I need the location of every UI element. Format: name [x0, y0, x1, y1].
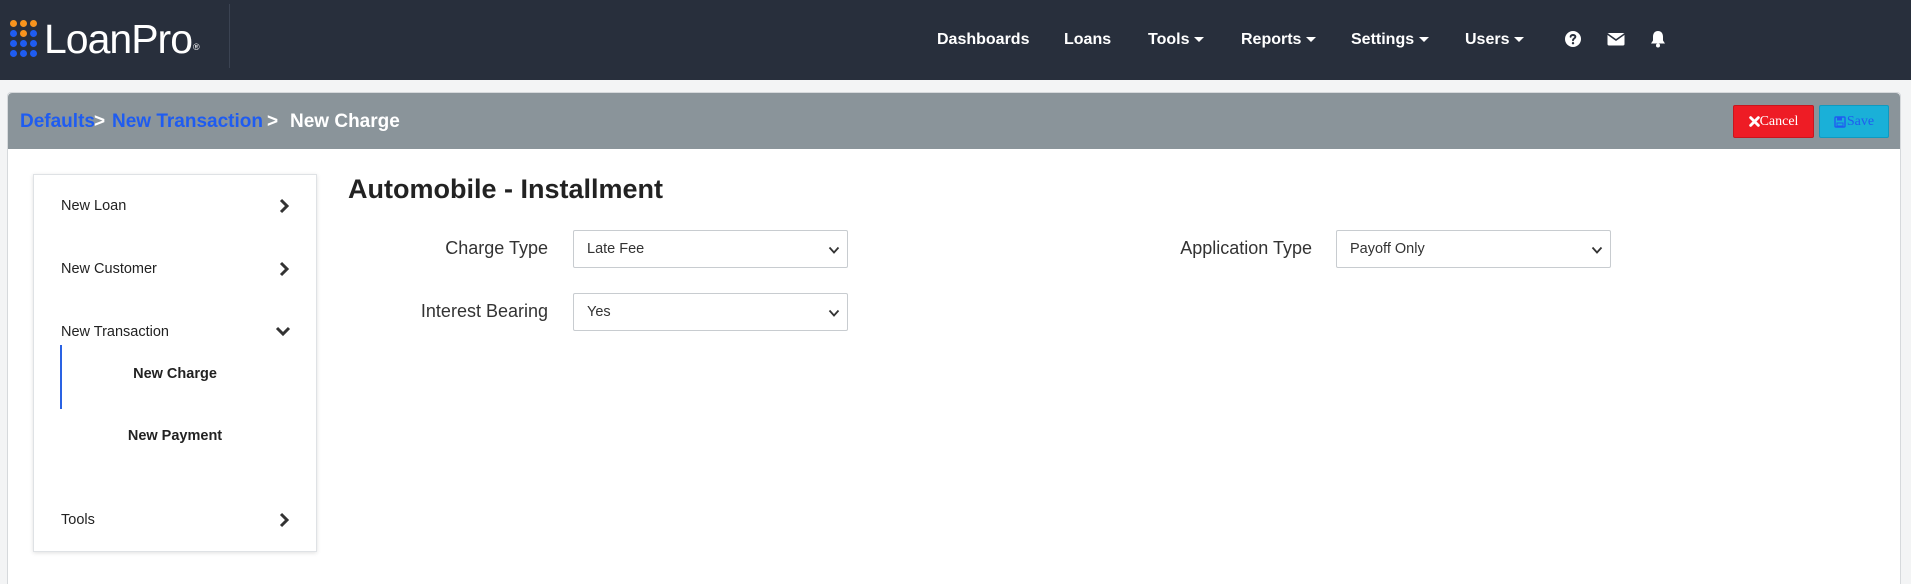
logo-dot: [30, 50, 37, 57]
logo-dot: [10, 30, 17, 37]
sidebar-item-label: New Customer: [61, 261, 157, 277]
logo-text: LoanPro: [44, 15, 193, 62]
breadcrumb-current: New Charge: [290, 111, 400, 132]
nav-tools[interactable]: Tools: [1148, 0, 1205, 80]
application-type-value: Payoff Only: [1350, 241, 1425, 257]
charge-type-label: Charge Type: [445, 238, 548, 258]
top-navbar: LoanPro ® Dashboards Loans Tools Reports…: [0, 0, 1911, 80]
nav-users[interactable]: Users: [1465, 0, 1525, 80]
sidebar-subitem-new-charge[interactable]: New Charge: [60, 366, 290, 382]
nav-dashboards-label: Dashboards: [937, 31, 1030, 48]
caret-down-icon: [1194, 36, 1205, 42]
logo-dot: [20, 40, 27, 47]
sidebar-item-tools[interactable]: Tools: [61, 508, 291, 532]
breadcrumb-separator: >: [94, 111, 106, 132]
application-type-select[interactable]: Payoff Only: [1336, 230, 1611, 268]
breadcrumb-separator: >: [267, 111, 279, 132]
save-icon: [1834, 115, 1846, 128]
interest-bearing-select[interactable]: Yes: [573, 293, 848, 331]
caret-down-icon: [1514, 36, 1525, 42]
logo-registered-mark: ®: [193, 42, 200, 52]
charge-type-value: Late Fee: [587, 241, 645, 257]
chevron-down-icon: [275, 326, 291, 337]
charge-type-select[interactable]: Late Fee: [573, 230, 848, 268]
save-button-label: Save: [1846, 113, 1875, 129]
chevron-down-icon: [1591, 246, 1603, 254]
page-title: Automobile - Installment: [348, 174, 664, 204]
logo-dots-icon: [10, 20, 38, 58]
close-icon: [1748, 116, 1760, 127]
chevron-right-icon: [279, 512, 290, 528]
breadcrumb-defaults[interactable]: Defaults: [20, 111, 95, 133]
sidebar-item-new-transaction[interactable]: New Transaction: [61, 320, 291, 344]
nav-tools-label: Tools: [1148, 31, 1190, 48]
chevron-down-icon: [828, 309, 840, 317]
save-button[interactable]: Save: [1819, 105, 1889, 138]
nav-users-label: Users: [1465, 31, 1510, 48]
logo[interactable]: LoanPro ®: [10, 14, 200, 64]
nav-settings-label: Settings: [1351, 31, 1415, 48]
logo-dot: [10, 20, 17, 27]
sidebar-item-label: New Loan: [61, 198, 127, 214]
chevron-right-icon: [279, 261, 290, 277]
panel-header: Defaults > New Transaction > New Charge …: [8, 93, 1900, 149]
nav-reports-label: Reports: [1241, 31, 1302, 48]
nav-reports[interactable]: Reports: [1241, 0, 1317, 80]
sidebar-item-label: New Transaction: [61, 324, 169, 340]
logo-dot: [20, 50, 27, 57]
chevron-right-icon: [279, 198, 290, 214]
nav-loans-label: Loans: [1064, 31, 1112, 48]
caret-down-icon: [1419, 36, 1430, 42]
logo-dot: [20, 20, 27, 27]
sidebar-item-label: Tools: [61, 512, 95, 528]
nav-loans[interactable]: Loans: [1064, 0, 1111, 80]
sidebar-subitem-new-payment[interactable]: New Payment: [60, 428, 290, 444]
logo-dot: [30, 40, 37, 47]
cancel-button[interactable]: Cancel: [1733, 105, 1814, 138]
nav-dashboards[interactable]: Dashboards: [937, 0, 1029, 80]
logo-dot: [30, 30, 37, 37]
sidebar-item-new-loan[interactable]: New Loan: [61, 194, 291, 218]
logo-dot: [10, 40, 17, 47]
help-icon[interactable]: [1563, 29, 1583, 49]
application-type-label: Application Type: [1180, 238, 1312, 258]
sidebar-item-new-customer[interactable]: New Customer: [61, 257, 291, 281]
mail-icon[interactable]: [1606, 29, 1626, 49]
sidebar-menu: New Loan New Customer New Transaction Ne…: [33, 174, 317, 552]
breadcrumb-new-transaction[interactable]: New Transaction: [112, 111, 263, 133]
cancel-button-label: Cancel: [1759, 113, 1799, 129]
interest-bearing-value: Yes: [587, 304, 611, 320]
caret-down-icon: [1306, 36, 1317, 42]
logo-dot: [30, 20, 37, 27]
bell-icon[interactable]: [1648, 29, 1668, 49]
nav-settings[interactable]: Settings: [1351, 0, 1430, 80]
logo-divider: [229, 4, 230, 68]
logo-dot: [10, 50, 17, 57]
chevron-down-icon: [828, 246, 840, 254]
interest-bearing-label: Interest Bearing: [420, 301, 548, 321]
logo-dot: [20, 30, 27, 37]
